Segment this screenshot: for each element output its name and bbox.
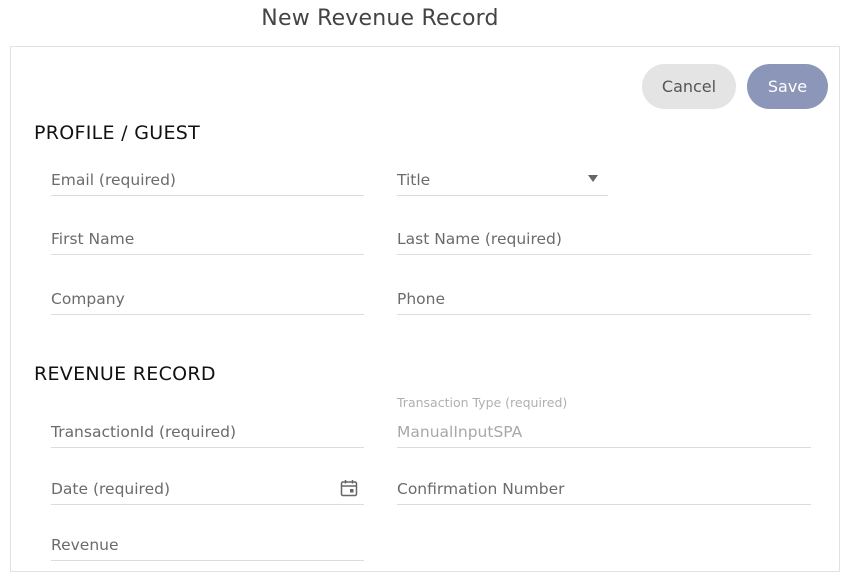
section-title-revenue: REVENUE RECORD (34, 363, 216, 385)
transaction-id-field[interactable]: TransactionId (required) (51, 416, 364, 448)
title-select-label: Title (397, 171, 431, 189)
company-field[interactable]: Company (51, 283, 364, 315)
caret-down-icon[interactable] (588, 175, 598, 182)
save-button[interactable]: Save (747, 64, 828, 109)
phone-field-label: Phone (397, 290, 446, 308)
calendar-icon[interactable] (340, 479, 358, 497)
title-select[interactable]: Title (397, 164, 608, 196)
transaction-type-label: Transaction Type (required) (397, 395, 568, 410)
last-name-field-label: Last Name (required) (397, 230, 562, 248)
email-field-label: Email (required) (51, 171, 176, 189)
date-field-label: Date (required) (51, 480, 171, 498)
transaction-id-field-label: TransactionId (required) (51, 423, 237, 441)
transaction-type-value: ManualInputSPA (397, 423, 523, 441)
phone-field[interactable]: Phone (397, 283, 811, 315)
confirmation-number-field-label: Confirmation Number (397, 480, 565, 498)
last-name-field[interactable]: Last Name (required) (397, 223, 811, 255)
transaction-type-field: ManualInputSPA (397, 416, 811, 448)
revenue-field[interactable]: Revenue (51, 529, 364, 561)
first-name-field[interactable]: First Name (51, 223, 364, 255)
email-field[interactable]: Email (required) (51, 164, 364, 196)
first-name-field-label: First Name (51, 230, 135, 248)
cancel-button[interactable]: Cancel (642, 64, 736, 109)
page-title: New Revenue Record (261, 6, 499, 31)
date-field[interactable]: Date (required) (51, 473, 364, 505)
confirmation-number-field[interactable]: Confirmation Number (397, 473, 811, 505)
company-field-label: Company (51, 290, 125, 308)
section-title-profile: PROFILE / GUEST (34, 122, 201, 144)
revenue-field-label: Revenue (51, 536, 119, 554)
revenue-record-form: Cancel Save PROFILE / GUEST Email (requi… (10, 46, 840, 572)
